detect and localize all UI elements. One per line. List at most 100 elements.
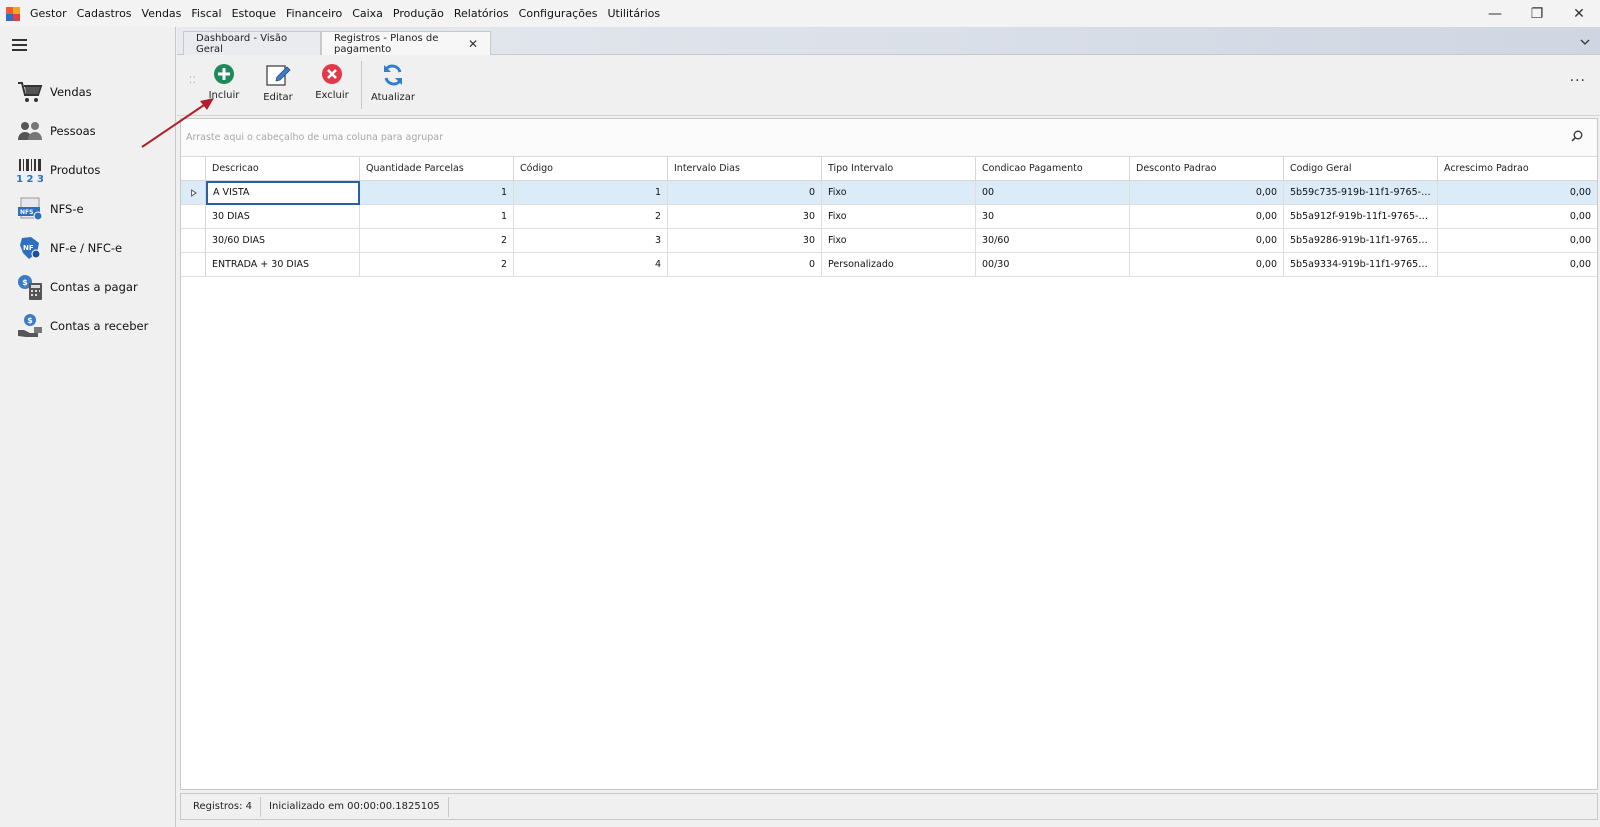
cell-codigo[interactable]: 1 [514,181,668,205]
cell-condicao-pagamento[interactable]: 30 [976,205,1130,229]
cell-tipo-intervalo[interactable]: Personalizado [822,253,976,277]
cell-intervalo-dias[interactable]: 0 [668,181,822,205]
menu-cadastros[interactable]: Cadastros [72,0,137,27]
cell-desconto-padrao[interactable]: 0,00 [1130,229,1284,253]
cell-codigo-geral[interactable]: 5b5a912f-919b-11f1-9765-9883... [1284,205,1438,229]
edit-label: Editar [263,92,293,103]
cell-tipo-intervalo[interactable]: Fixo [822,205,976,229]
edit-button[interactable]: Editar [253,63,303,111]
sidebar-item-nfe[interactable]: NF NF-e / NFC-e [0,229,176,267]
column-header-acrescimo-padrao[interactable]: Acrescimo Padrao [1438,157,1597,181]
hamburger-menu-icon[interactable] [12,39,27,54]
menu-producao[interactable]: Produção [388,0,449,27]
sidebar-item-label: Contas a receber [50,319,149,333]
menu-caixa[interactable]: Caixa [347,0,388,27]
window-controls: — ❐ ✕ [1474,0,1600,27]
column-header-desconto-padrao[interactable]: Desconto Padrao [1130,157,1284,181]
cell-desconto-padrao[interactable]: 0,00 [1130,205,1284,229]
search-icon[interactable] [1571,130,1583,145]
include-button[interactable]: Incluir [199,63,249,111]
tab-label: Registros - Planos de pagamento [334,32,439,55]
row-indicator-icon [181,181,206,204]
svg-text:NFS: NFS [20,209,33,216]
column-header-quantidade-parcelas[interactable]: Quantidade Parcelas [360,157,514,181]
column-header-condicao-pagamento[interactable]: Condicao Pagamento [976,157,1130,181]
cell-desconto-padrao[interactable]: 0,00 [1130,181,1284,205]
restore-button[interactable]: ❐ [1516,0,1558,27]
plus-circle-icon [214,64,234,84]
menu-utilitarios[interactable]: Utilitários [602,0,665,27]
cell-condicao-pagamento[interactable]: 00 [976,181,1130,205]
cell-descricao[interactable]: 30 DIAS [206,205,360,229]
cell-condicao-pagamento[interactable]: 30/60 [976,229,1130,253]
menu-vendas[interactable]: Vendas [137,0,187,27]
cell-descricao[interactable]: A VISTA [206,181,360,205]
cell-codigo-geral[interactable]: 5b5a9286-919b-11f1-9765-9883... [1284,229,1438,253]
table-row[interactable]: 30/60 DIAS 2 3 30 Fixo 30/60 0,00 5b5a92… [181,229,1597,253]
column-header-tipo-intervalo[interactable]: Tipo Intervalo [822,157,976,181]
column-header-codigo-geral[interactable]: Codigo Geral [1284,157,1438,181]
column-header-descricao[interactable]: Descricao [206,157,360,181]
sidebar-item-pessoas[interactable]: Pessoas [0,112,176,150]
delete-button[interactable]: Excluir [307,63,357,111]
grid-body: A VISTA 1 1 0 Fixo 00 0,00 5b59c735-919b… [181,181,1597,277]
sidebar-item-label: Contas a pagar [50,280,138,294]
more-options-button[interactable]: ··· [1570,73,1586,89]
cell-acrescimo-padrao[interactable]: 0,00 [1438,253,1597,277]
svg-text:NF: NF [23,244,34,252]
shopping-cart-icon [16,78,44,106]
cell-codigo-geral[interactable]: 5b5a9334-919b-11f1-9765-9883... [1284,253,1438,277]
sidebar-item-contas-receber[interactable]: $ Contas a receber [0,307,176,345]
cell-tipo-intervalo[interactable]: Fixo [822,229,976,253]
cell-quantidade-parcelas[interactable]: 1 [360,205,514,229]
cell-intervalo-dias[interactable]: 30 [668,205,822,229]
cell-quantidade-parcelas[interactable]: 2 [360,229,514,253]
sidebar-item-contas-pagar[interactable]: $ Contas a pagar [0,268,176,306]
refresh-button[interactable]: Atualizar [368,63,418,111]
menu-financeiro[interactable]: Financeiro [281,0,347,27]
tab-planos-pagamento[interactable]: Registros - Planos de pagamento ✕ [321,31,491,55]
toolbar-grip-icon[interactable]: ⁚⁚ [189,77,196,89]
cell-acrescimo-padrao[interactable]: 0,00 [1438,205,1597,229]
cell-quantidade-parcelas[interactable]: 1 [360,181,514,205]
cell-quantidade-parcelas[interactable]: 2 [360,253,514,277]
menu-configuracoes[interactable]: Configurações [514,0,603,27]
menu-gestor[interactable]: Gestor [25,0,72,27]
close-tab-icon[interactable]: ✕ [468,37,478,51]
row-indicator-cell [181,205,206,228]
sidebar-item-produtos[interactable]: 1 2 3 Produtos [0,151,176,189]
cell-codigo[interactable]: 3 [514,229,668,253]
table-row[interactable]: 30 DIAS 1 2 30 Fixo 30 0,00 5b5a912f-919… [181,205,1597,229]
menu-fiscal[interactable]: Fiscal [186,0,226,27]
cell-codigo-geral[interactable]: 5b59c735-919b-11f1-9765-9883... [1284,181,1438,205]
cell-intervalo-dias[interactable]: 0 [668,253,822,277]
cell-condicao-pagamento[interactable]: 00/30 [976,253,1130,277]
nfe-icon: NF [16,234,44,262]
close-window-button[interactable]: ✕ [1558,0,1600,27]
sidebar-item-label: NFS-e [50,202,84,216]
cell-tipo-intervalo[interactable]: Fixo [822,181,976,205]
sidebar-item-nfse[interactable]: NFS NFS-e [0,190,176,228]
chevron-down-icon[interactable] [1580,35,1590,48]
cell-codigo[interactable]: 2 [514,205,668,229]
menu-relatorios[interactable]: Relatórios [449,0,514,27]
delete-icon [322,64,342,84]
cell-acrescimo-padrao[interactable]: 0,00 [1438,229,1597,253]
cell-intervalo-dias[interactable]: 30 [668,229,822,253]
menu-estoque[interactable]: Estoque [227,0,281,27]
tab-dashboard[interactable]: Dashboard - Visão Geral [183,31,321,55]
cell-desconto-padrao[interactable]: 0,00 [1130,253,1284,277]
table-row[interactable]: A VISTA 1 1 0 Fixo 00 0,00 5b59c735-919b… [181,181,1597,205]
group-hint: Arraste aqui o cabeçalho de uma coluna p… [186,132,444,143]
sidebar-item-vendas[interactable]: Vendas [0,73,176,111]
cell-descricao[interactable]: ENTRADA + 30 DIAS [206,253,360,277]
cell-acrescimo-padrao[interactable]: 0,00 [1438,181,1597,205]
table-row[interactable]: ENTRADA + 30 DIAS 2 4 0 Personalizado 00… [181,253,1597,277]
column-header-codigo[interactable]: Código [514,157,668,181]
cell-codigo[interactable]: 4 [514,253,668,277]
toolbar-separator [361,61,362,109]
cell-descricao[interactable]: 30/60 DIAS [206,229,360,253]
column-header-intervalo-dias[interactable]: Intervalo Dias [668,157,822,181]
group-panel[interactable]: Arraste aqui o cabeçalho de uma coluna p… [181,119,1597,157]
minimize-button[interactable]: — [1474,0,1516,27]
